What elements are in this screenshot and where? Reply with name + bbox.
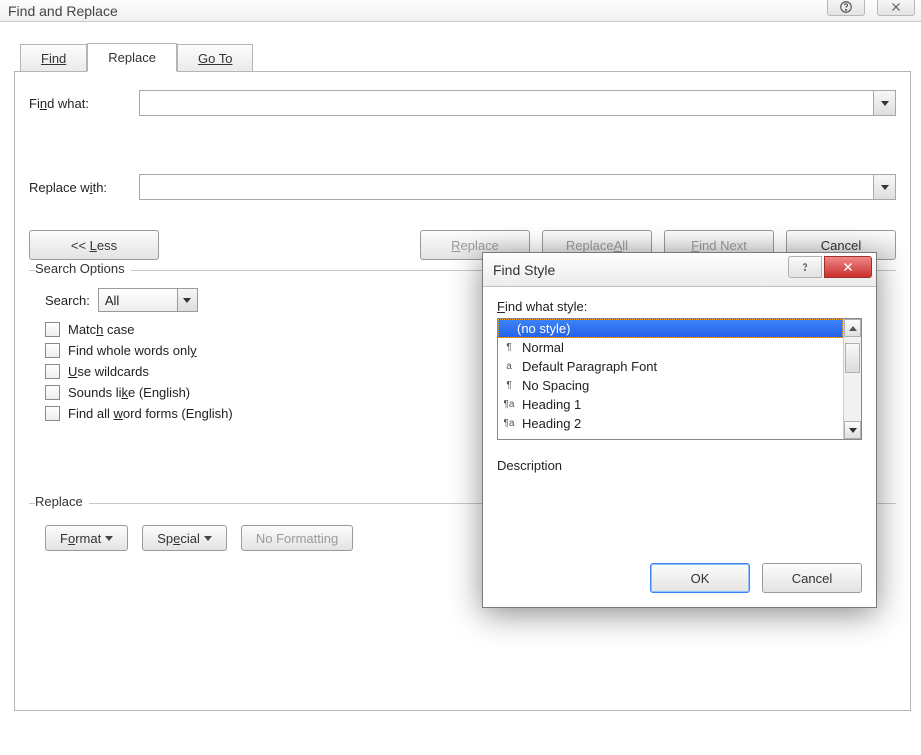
find-what-input[interactable] xyxy=(140,91,873,115)
find-style-list-label: Find what style: xyxy=(497,299,862,314)
style-item-label: Heading 1 xyxy=(522,397,581,412)
style-list-item[interactable]: ¶a Heading 2 xyxy=(498,414,843,433)
scroll-up-button[interactable] xyxy=(844,319,861,337)
title-bar: Find and Replace xyxy=(0,0,921,22)
whole-words-checkbox[interactable] xyxy=(45,343,60,358)
style-type-icon: ¶a xyxy=(502,399,516,410)
style-type-icon: a xyxy=(502,361,516,372)
scroll-track[interactable] xyxy=(844,337,861,421)
tab-replace[interactable]: Replace xyxy=(87,43,177,72)
listbox-scrollbar[interactable] xyxy=(843,319,861,439)
style-list-item[interactable]: (no style) xyxy=(498,319,843,338)
match-case-checkbox[interactable] xyxy=(45,322,60,337)
find-style-title: Find Style xyxy=(493,262,555,278)
style-item-label: Normal xyxy=(522,340,564,355)
tab-goto[interactable]: Go To xyxy=(177,44,253,72)
style-item-label: Default Paragraph Font xyxy=(522,359,657,374)
scroll-thumb[interactable] xyxy=(845,343,860,373)
modal-close-button[interactable] xyxy=(824,256,872,278)
style-list-item[interactable]: a Default Paragraph Font xyxy=(498,357,843,376)
match-case-label: Match case xyxy=(68,322,134,337)
style-listbox-container: (no style)¶NormalaDefault Paragraph Font… xyxy=(497,318,862,440)
search-direction-label: Search: xyxy=(45,293,90,308)
replace-with-row: Replace with: xyxy=(29,174,896,200)
format-button[interactable]: Format xyxy=(45,525,128,551)
style-list-item[interactable]: ¶a Heading 1 xyxy=(498,395,843,414)
style-list-item[interactable]: ¶ Normal xyxy=(498,338,843,357)
chevron-down-icon xyxy=(881,185,889,190)
window-title: Find and Replace xyxy=(8,3,118,19)
help-button[interactable] xyxy=(827,0,865,16)
replace-with-input[interactable] xyxy=(140,175,873,199)
tab-strip: Find Replace Go To xyxy=(20,42,911,71)
replace-with-combo[interactable] xyxy=(139,174,896,200)
word-forms-checkbox[interactable] xyxy=(45,406,60,421)
style-item-label: No Spacing xyxy=(522,378,589,393)
less-button[interactable]: << Less xyxy=(29,230,159,260)
style-listbox[interactable]: (no style)¶NormalaDefault Paragraph Font… xyxy=(498,319,843,439)
style-item-label: (no style) xyxy=(517,321,570,336)
find-style-title-bar[interactable]: Find Style xyxy=(483,253,876,287)
style-type-icon: ¶ xyxy=(502,342,516,353)
replace-with-dropdown[interactable] xyxy=(873,175,895,199)
chevron-down-icon xyxy=(204,536,212,541)
dialog-panel: Find what: Replace with: << Less Replace… xyxy=(14,71,911,711)
wildcards-checkbox[interactable] xyxy=(45,364,60,379)
chevron-down-icon xyxy=(105,536,113,541)
replace-with-label: Replace with: xyxy=(29,180,139,195)
search-direction-select[interactable]: All xyxy=(98,288,198,312)
whole-words-label: Find whole words only xyxy=(68,343,197,358)
no-formatting-button[interactable]: No Formatting xyxy=(241,525,353,551)
word-forms-label: Find all word forms (English) xyxy=(68,406,233,421)
style-type-icon: ¶a xyxy=(502,418,516,429)
special-button[interactable]: Special xyxy=(142,525,227,551)
search-options-legend: Search Options xyxy=(35,261,131,276)
chevron-down-icon xyxy=(183,298,191,303)
search-direction-dropdown[interactable] xyxy=(177,289,197,311)
chevron-down-icon xyxy=(881,101,889,106)
modal-cancel-button[interactable]: Cancel xyxy=(762,563,862,593)
modal-help-button[interactable] xyxy=(788,256,822,278)
find-what-dropdown[interactable] xyxy=(873,91,895,115)
find-style-dialog: Find Style Find what style: (no style)¶N… xyxy=(482,252,877,608)
chevron-up-icon xyxy=(849,326,857,331)
find-what-label: Find what: xyxy=(29,96,139,111)
wildcards-label: Use wildcards xyxy=(68,364,149,379)
description-label: Description xyxy=(497,458,862,473)
close-button[interactable] xyxy=(877,0,915,16)
replace-legend: Replace xyxy=(35,494,89,509)
scroll-down-button[interactable] xyxy=(844,421,861,439)
sounds-like-label: Sounds like (English) xyxy=(68,385,190,400)
modal-ok-button[interactable]: OK xyxy=(650,563,750,593)
search-direction-value: All xyxy=(105,293,119,308)
find-what-row: Find what: xyxy=(29,90,896,116)
tab-find[interactable]: Find xyxy=(20,44,87,72)
style-type-icon: ¶ xyxy=(502,380,516,391)
find-what-combo[interactable] xyxy=(139,90,896,116)
sounds-like-checkbox[interactable] xyxy=(45,385,60,400)
style-list-item[interactable]: ¶ No Spacing xyxy=(498,376,843,395)
chevron-down-icon xyxy=(849,428,857,433)
style-item-label: Heading 2 xyxy=(522,416,581,431)
